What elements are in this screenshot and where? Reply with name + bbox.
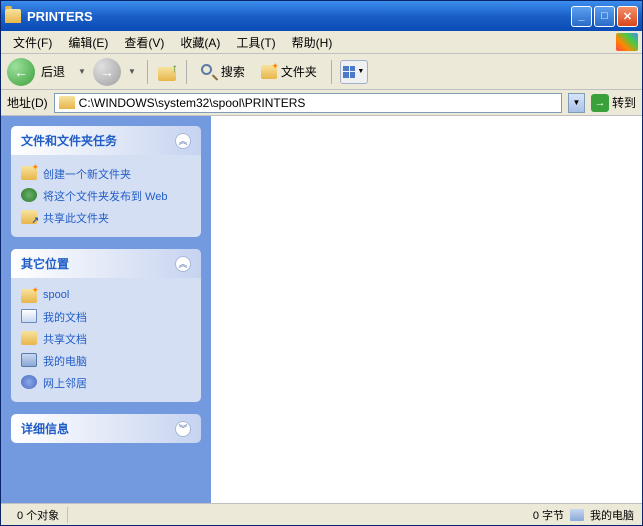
titlebar[interactable]: PRINTERS _ □ ✕ <box>1 1 642 31</box>
place-spool[interactable]: spool <box>21 286 191 306</box>
search-icon <box>201 64 217 80</box>
up-button[interactable]: ↑ <box>156 61 178 83</box>
place-label: 我的电脑 <box>43 353 87 369</box>
minimize-button[interactable]: _ <box>571 6 592 27</box>
menubar: 文件(F) 编辑(E) 查看(V) 收藏(A) 工具(T) 帮助(H) <box>1 31 642 54</box>
task-label: 共享此文件夹 <box>43 210 109 226</box>
panel-header[interactable]: 其它位置 ︽ <box>11 249 201 278</box>
computer-icon <box>570 509 584 521</box>
addressbar: 地址(D) C:\WINDOWS\system32\spool\PRINTERS… <box>1 90 642 116</box>
place-label: 网上邻居 <box>43 375 87 391</box>
address-input[interactable]: C:\WINDOWS\system32\spool\PRINTERS <box>54 93 562 113</box>
panel-file-tasks: 文件和文件夹任务 ︽ 创建一个新文件夹 将这个文件夹发布到 Web 共享此文件夹 <box>11 126 201 237</box>
forward-dropdown[interactable]: ▼ <box>125 67 139 76</box>
windows-flag-icon <box>616 33 638 51</box>
status-bytes: 0 字节 <box>533 507 564 523</box>
chevron-up-icon[interactable]: ︽ <box>175 133 191 149</box>
go-button[interactable]: → 转到 <box>591 94 636 112</box>
divider <box>147 60 148 84</box>
back-dropdown[interactable]: ▼ <box>75 67 89 76</box>
place-shared-docs[interactable]: 共享文档 <box>21 328 191 350</box>
address-label: 地址(D) <box>7 94 48 111</box>
go-icon: → <box>591 94 609 112</box>
status-objects: 0 个对象 <box>9 507 68 523</box>
task-publish-web[interactable]: 将这个文件夹发布到 Web <box>21 185 191 207</box>
panel-body: 创建一个新文件夹 将这个文件夹发布到 Web 共享此文件夹 <box>11 155 201 237</box>
forward-button[interactable]: → <box>93 58 121 86</box>
divider <box>186 60 187 84</box>
panel-title: 文件和文件夹任务 <box>21 132 117 149</box>
explorer-window: PRINTERS _ □ ✕ 文件(F) 编辑(E) 查看(V) 收藏(A) 工… <box>0 0 643 526</box>
new-folder-icon <box>21 166 37 180</box>
views-icon <box>343 66 355 78</box>
folders-label: 文件夹 <box>281 63 317 80</box>
shared-folder-icon <box>21 331 37 345</box>
file-list-area[interactable] <box>211 116 642 503</box>
panel-other-places: 其它位置 ︽ spool 我的文档 共享文档 <box>11 249 201 402</box>
globe-icon <box>21 188 37 202</box>
panel-header[interactable]: 详细信息 ︾ <box>11 414 201 443</box>
menu-view[interactable]: 查看(V) <box>116 32 172 53</box>
network-icon <box>21 375 37 389</box>
place-label: spool <box>43 289 69 301</box>
task-label: 创建一个新文件夹 <box>43 166 131 182</box>
sidebar: 文件和文件夹任务 ︽ 创建一个新文件夹 将这个文件夹发布到 Web 共享此文件夹 <box>1 116 211 503</box>
place-network[interactable]: 网上邻居 <box>21 372 191 394</box>
place-label: 共享文档 <box>43 331 87 347</box>
chevron-up-icon[interactable]: ︽ <box>175 256 191 272</box>
menu-file[interactable]: 文件(F) <box>5 32 60 53</box>
folder-icon <box>5 9 21 23</box>
search-button[interactable]: 搜索 <box>195 60 251 83</box>
panel-header[interactable]: 文件和文件夹任务 ︽ <box>11 126 201 155</box>
task-share-folder[interactable]: 共享此文件夹 <box>21 207 191 229</box>
panel-title: 详细信息 <box>21 420 69 437</box>
address-dropdown[interactable]: ▼ <box>568 93 585 113</box>
place-label: 我的文档 <box>43 309 87 325</box>
task-label: 将这个文件夹发布到 Web <box>43 188 167 204</box>
back-button[interactable]: ← <box>7 58 35 86</box>
search-label: 搜索 <box>221 63 245 80</box>
place-my-documents[interactable]: 我的文档 <box>21 306 191 328</box>
maximize-button[interactable]: □ <box>594 6 615 27</box>
folder-icon <box>21 289 37 303</box>
task-new-folder[interactable]: 创建一个新文件夹 <box>21 163 191 185</box>
panel-details: 详细信息 ︾ <box>11 414 201 443</box>
computer-icon <box>21 353 37 367</box>
panel-title: 其它位置 <box>21 255 69 272</box>
folder-icon <box>59 96 75 109</box>
documents-icon <box>21 309 37 323</box>
menu-edit[interactable]: 编辑(E) <box>60 32 116 53</box>
menu-tools[interactable]: 工具(T) <box>228 32 283 53</box>
place-my-computer[interactable]: 我的电脑 <box>21 350 191 372</box>
window-title: PRINTERS <box>27 9 571 24</box>
statusbar: 0 个对象 0 字节 我的电脑 <box>1 503 642 525</box>
close-button[interactable]: ✕ <box>617 6 638 27</box>
content-area: 文件和文件夹任务 ︽ 创建一个新文件夹 将这个文件夹发布到 Web 共享此文件夹 <box>1 116 642 503</box>
window-controls: _ □ ✕ <box>571 6 638 27</box>
panel-body: spool 我的文档 共享文档 我的电脑 <box>11 278 201 402</box>
folders-button[interactable]: 文件夹 <box>255 60 323 83</box>
back-label: 后退 <box>41 63 65 80</box>
chevron-down-icon[interactable]: ︾ <box>175 421 191 437</box>
menu-help[interactable]: 帮助(H) <box>284 32 341 53</box>
share-icon <box>21 210 37 224</box>
toolbar: ← 后退 ▼ → ▼ ↑ 搜索 文件夹 ▼ <box>1 54 642 90</box>
go-label: 转到 <box>612 94 636 111</box>
status-location: 我的电脑 <box>590 507 634 523</box>
menu-favorites[interactable]: 收藏(A) <box>172 32 228 53</box>
folders-icon <box>261 65 277 79</box>
divider <box>331 60 332 84</box>
views-button[interactable]: ▼ <box>340 60 368 84</box>
address-path: C:\WINDOWS\system32\spool\PRINTERS <box>79 96 306 110</box>
